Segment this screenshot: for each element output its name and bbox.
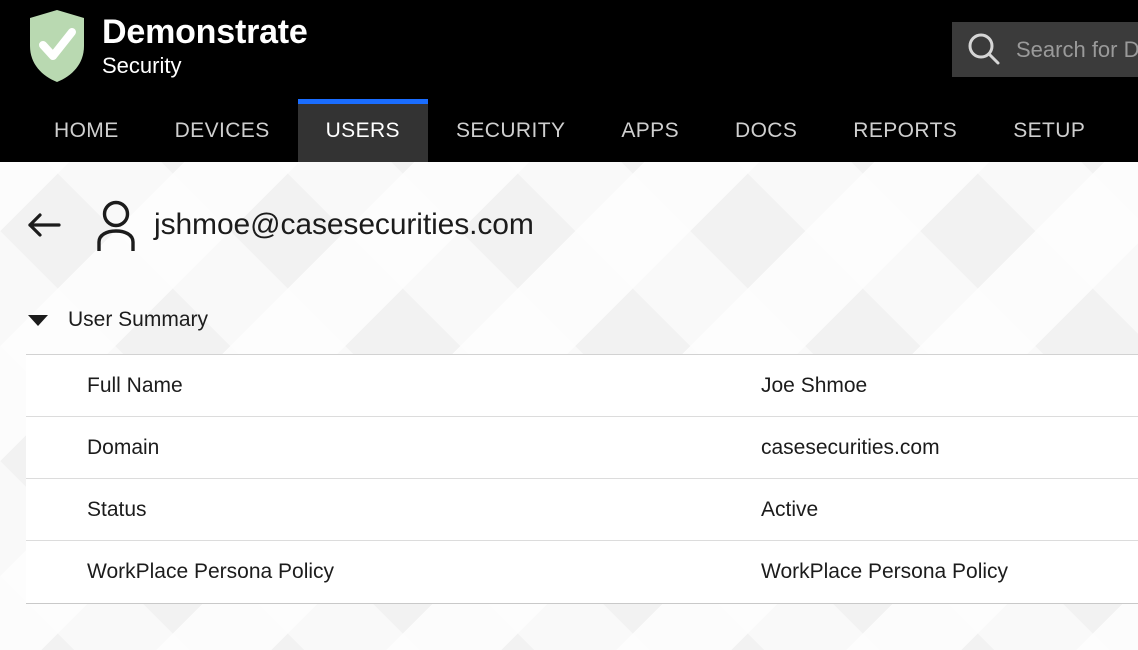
search-input[interactable] [1016,36,1138,63]
chevron-down-icon[interactable] [28,314,48,326]
nav-item-devices[interactable]: DEVICES [147,99,298,162]
nav-item-users[interactable]: USERS [297,99,429,162]
page-title: jshmoe@casesecurities.com [154,208,534,241]
table-row[interactable]: WorkPlace Persona Policy WorkPlace Perso… [26,541,1138,603]
row-value: Joe Shmoe [761,373,868,397]
nav-item-label: APPS [621,118,679,142]
row-value: casesecurities.com [761,435,940,459]
row-value: Active [761,497,819,521]
row-label: WorkPlace Persona Policy [87,560,335,583]
nav-item-apps[interactable]: APPS [593,99,707,162]
section-title: User Summary [68,308,209,331]
nav-item-label: REPORTS [853,118,958,142]
user-icon [94,199,138,253]
app-header: Demonstrate Security [0,0,1138,99]
row-label: Domain [87,435,160,459]
page-content: jshmoe@casesecurities.com User Summary F… [0,162,1138,650]
brand-logo[interactable]: Demonstrate Security [26,8,308,84]
nav-item-label: SECURITY [455,118,566,142]
search-icon [964,30,1004,70]
arrow-left-icon[interactable] [26,210,62,240]
section-header-user-summary[interactable]: User Summary [0,308,1138,332]
row-value: WorkPlace Persona Policy [761,560,1009,583]
row-label: Full Name [87,373,183,397]
nav-item-label: HOME [54,118,119,142]
nav-item-label: USERS [325,118,400,142]
brand-title: Demonstrate [102,12,308,51]
page-header: jshmoe@casesecurities.com [0,162,1138,256]
user-summary-table: Full Name Joe Shmoe Domain casesecuritie… [26,354,1138,604]
row-label: Status [87,497,147,521]
nav-item-reports[interactable]: REPORTS [825,99,985,162]
nav-item-security[interactable]: SECURITY [428,99,593,162]
nav-item-label: DEVICES [174,118,270,142]
nav-item-setup[interactable]: SETUP [985,99,1113,162]
table-row[interactable]: Full Name Joe Shmoe [26,355,1138,417]
search-box[interactable] [952,22,1138,77]
table-row[interactable]: Domain casesecurities.com [26,417,1138,479]
nav-item-docs[interactable]: DOCS [707,99,825,162]
main-navigation: HOME DEVICES USERS SECURITY APPS DOCS RE… [0,99,1138,162]
brand-subtitle: Security [102,52,182,78]
shield-check-icon [26,8,88,84]
nav-item-label: DOCS [735,118,798,142]
nav-item-label: SETUP [1013,118,1086,142]
nav-item-home[interactable]: HOME [26,99,147,162]
table-row[interactable]: Status Active [26,479,1138,541]
